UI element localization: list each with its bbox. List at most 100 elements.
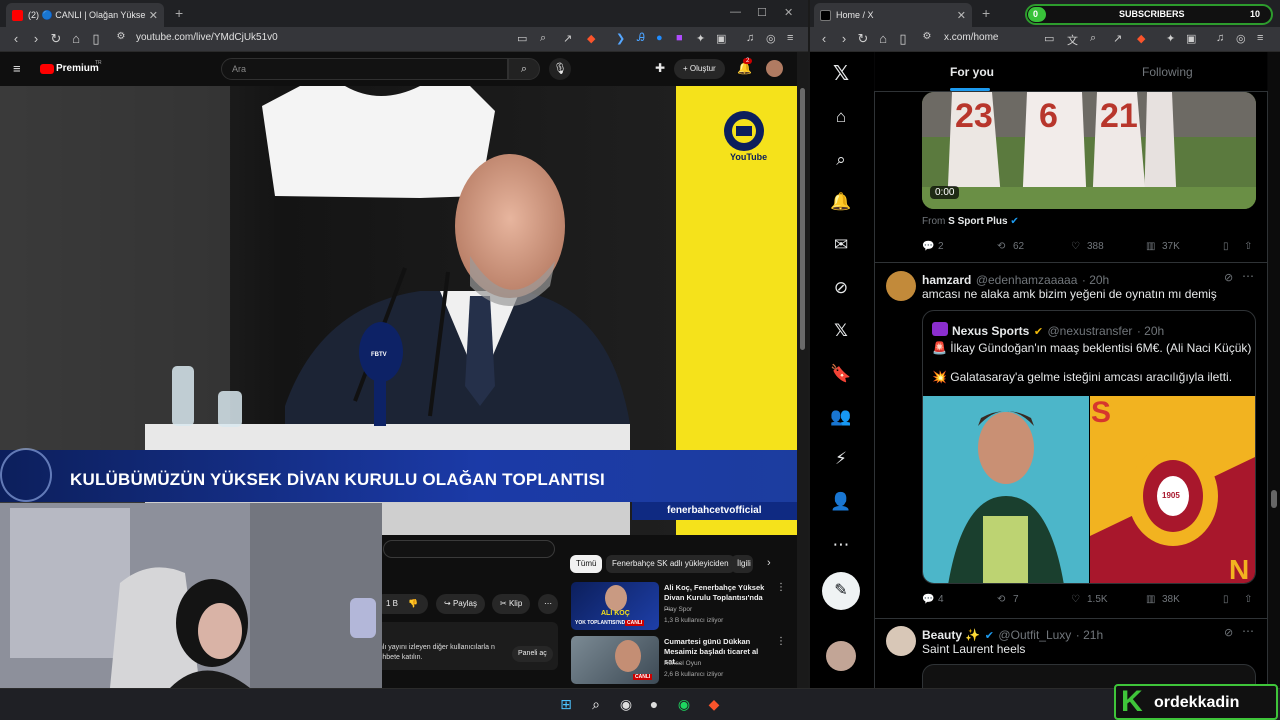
close-window-button[interactable]: ✕ [784,6,793,19]
site-info-icon[interactable]: ⚙ [919,31,935,42]
post-author-name[interactable]: hamzard [922,273,971,287]
new-tab-button[interactable]: + [175,5,183,21]
post-author-avatar[interactable] [886,626,916,656]
user-avatar[interactable] [766,60,783,77]
post-video[interactable]: 23 6 21 0:00 [922,92,1256,209]
back-icon[interactable]: ‹ [816,31,832,46]
notifications-bell-icon[interactable]: 🔔 [830,191,852,213]
messages-mail-icon[interactable]: ✉ [830,234,852,256]
profile-icon[interactable]: 👤 [830,491,852,513]
lightning-icon[interactable]: ⚡ [830,448,852,470]
translate-icon[interactable]: Ꭿ [637,32,645,45]
sidebar-icon[interactable]: ▣ [1186,32,1196,45]
x-account-avatar[interactable] [826,641,856,671]
share-button[interactable]: ↪ Paylaş [436,594,485,614]
compose-post-button[interactable]: ✎ [822,572,860,610]
grok-post-icon[interactable]: ⊘ [1224,271,1233,284]
sidebar-icon[interactable]: ▣ [716,32,726,45]
bookmark-post-icon[interactable]: ▯ [1223,241,1229,252]
extensions-puzzle-icon[interactable]: ✦ [696,32,705,45]
maximize-button[interactable]: ☐ [757,6,767,19]
cast-video-icon[interactable]: ✚ [655,61,665,75]
bookmark-icon[interactable]: ▯ [88,31,104,47]
spotify-icon[interactable]: ◉ [674,694,694,714]
views-icon[interactable]: ▥ [1146,594,1155,605]
like-icon[interactable]: ♡ [1071,594,1080,605]
post-author-handle[interactable]: @edenhamzaaaaa [976,273,1078,287]
post-author-avatar[interactable] [886,271,916,301]
search-input[interactable]: Ara [221,58,508,80]
forward-icon[interactable]: › [836,31,852,46]
extensions-puzzle-icon[interactable]: ✦ [1166,32,1175,45]
youtube-logo-icon[interactable] [40,64,54,74]
left-scrollbar[interactable] [797,52,808,688]
url-field[interactable]: x.com/home [944,32,998,43]
repost-icon[interactable]: ⟲ [997,241,1005,252]
close-tab-icon[interactable]: ✕ [957,9,966,22]
close-tab-icon[interactable]: ✕ [149,9,158,22]
menu-icon[interactable]: ≡ [787,32,793,44]
taskbar-app-icon[interactable]: ◉ [616,694,636,714]
media-icon[interactable]: ♫ [1216,32,1224,44]
grok-post-icon[interactable]: ⊘ [1224,626,1233,639]
post-source[interactable]: From S Sport Plus ✔ [922,216,1019,227]
tab-for-you[interactable]: For you [950,65,994,79]
tab-following[interactable]: Following [1142,65,1193,79]
reply-icon[interactable]: 💬 [922,241,934,252]
extension-purple-icon[interactable]: ■ [676,32,683,44]
brave-shield-icon[interactable]: ◆ [587,32,595,45]
home-icon[interactable]: ⌂ [875,31,891,46]
hamburger-menu-icon[interactable]: ≡ [13,61,21,76]
url-field[interactable]: youtube.com/live/YMdCjUk51v0 [136,32,278,43]
post-time[interactable]: · 21h [1076,628,1103,642]
recommendation-channel[interactable]: Konsol Oyun [664,660,701,667]
recommendation-more-icon[interactable]: ⋮ [776,582,786,593]
minimize-button[interactable]: — [730,6,741,18]
cast-icon[interactable]: ▭ [517,32,527,45]
vpn-icon[interactable]: ◎ [1236,32,1246,45]
clip-button[interactable]: ✂ Klip [492,594,531,614]
tab-x-home[interactable]: Home / X ✕ [814,3,972,27]
tab-youtube-live[interactable]: (2) 🔵 CANLI | Olağan Yüksek D ✕ [6,3,164,27]
bookmark-post-icon[interactable]: ▯ [1223,594,1229,605]
quoted-post[interactable]: Nexus Sports ✔ @nexustransfer · 20h 🚨 İl… [922,310,1256,584]
youtube-logo-label[interactable]: Premium [56,63,99,74]
communities-icon[interactable]: 👥 [830,406,852,428]
open-chat-panel-button[interactable]: Paneli aç [512,646,553,662]
brave-shield-icon[interactable]: ◆ [1137,32,1145,45]
more-actions-button[interactable]: ⋯ [538,594,558,614]
grok-icon[interactable]: ⊘ [830,277,852,299]
brave-browser-icon[interactable]: ◆ [704,694,724,714]
new-tab-button[interactable]: + [982,5,990,21]
recommendation-more-icon[interactable]: ⋮ [776,636,786,647]
bookmarks-icon[interactable]: 🔖 [830,363,852,385]
menu-icon[interactable]: ≡ [1257,32,1263,44]
chips-next-icon[interactable]: › [767,557,771,569]
zoom-icon[interactable]: ⌕ [1090,32,1096,45]
chip-related[interactable]: İlgili [731,555,753,573]
share-icon[interactable]: ↗ [1113,32,1122,45]
cast-icon[interactable]: ▭ [1044,32,1054,45]
more-circle-icon[interactable]: ⋯ [830,534,852,556]
recommendation-channel[interactable]: Play Spor [664,606,692,613]
zoom-icon[interactable]: ⌕ [540,32,546,45]
share-post-icon[interactable]: ⇧ [1244,594,1252,605]
forward-icon[interactable]: › [28,31,44,46]
vpn-icon[interactable]: ◎ [766,32,776,45]
chip-all[interactable]: Tümü [570,555,603,573]
post-more-icon[interactable]: ⋯ [1242,269,1254,283]
create-button[interactable]: + Oluştur [674,59,725,79]
taskbar-obs-icon[interactable]: ● [644,694,664,714]
post-more-icon[interactable]: ⋯ [1242,624,1254,638]
views-icon[interactable]: ▥ [1146,241,1155,252]
chip-uploader[interactable]: Fenerbahçe SK adlı yükleyiciden [606,555,735,573]
recommendation-item[interactable]: CANLI Cumartesi günü Dükkan Mesaimiz baş… [571,636,791,684]
scroll-thumb[interactable] [1271,490,1277,508]
post-author-handle[interactable]: @Outfit_Luxy [998,628,1071,642]
extension-blue-icon[interactable]: ● [656,32,663,44]
translate-icon[interactable]: 文 [1067,32,1078,48]
reply-icon[interactable]: 💬 [922,594,934,605]
reload-icon[interactable]: ↻ [48,31,64,47]
repost-icon[interactable]: ⟲ [997,594,1005,605]
site-info-icon[interactable]: ⚙ [113,31,129,42]
